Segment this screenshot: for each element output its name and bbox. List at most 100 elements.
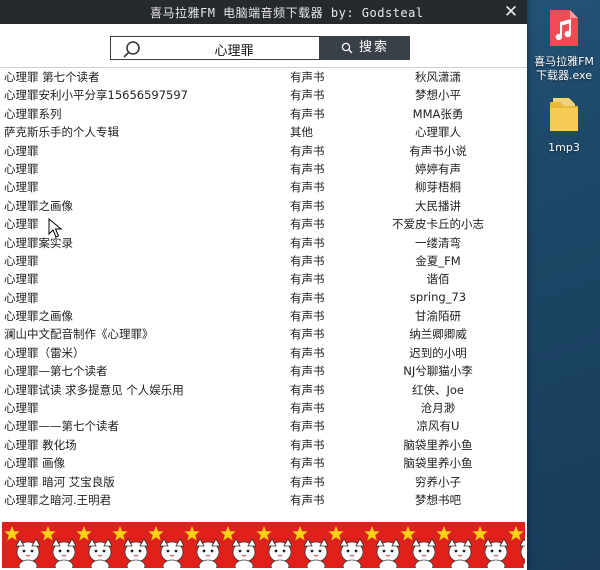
result-type: 有声书 xyxy=(290,88,325,103)
result-type: 有声书 xyxy=(290,474,325,489)
result-author: 沧月渺 xyxy=(420,401,456,416)
folder-icon xyxy=(550,98,578,131)
result-row[interactable]: 心理罪——第七个读者 有声书 凉风有U xyxy=(0,417,527,435)
search-input[interactable] xyxy=(147,38,321,60)
cat-icon xyxy=(231,538,257,568)
star-icon xyxy=(328,526,344,541)
result-author: 脑袋里养小鱼 xyxy=(403,456,473,471)
result-row[interactable]: 心理罪之画像 有声书 甘渝陌研 xyxy=(0,307,527,325)
cat-icon xyxy=(15,538,41,568)
result-author: 穷养小子 xyxy=(415,474,461,489)
result-type: 有声书 xyxy=(290,327,325,342)
result-type: 有声书 xyxy=(290,272,325,287)
result-row[interactable]: 心理罪 有声书 沧月渺 xyxy=(0,399,527,417)
cat-icon xyxy=(411,538,437,568)
result-row[interactable]: 心理罪 有声书 谐佰 xyxy=(0,270,527,288)
result-type: 其他 xyxy=(290,125,313,140)
result-row[interactable]: 心理罪 教化场 有声书 脑袋里养小鱼 xyxy=(0,436,527,454)
desktop-icon-exe[interactable]: 喜马拉雅FM下载器.exe xyxy=(529,8,599,83)
star-icon xyxy=(148,526,164,541)
result-title: 萨克斯乐手的个人专辑 xyxy=(4,125,119,140)
title-bar: 喜马拉雅FM 电脑端音频下载器 by: Godsteal ✕ xyxy=(0,0,527,24)
star-icon xyxy=(256,526,272,541)
star-icon xyxy=(292,526,308,541)
result-row[interactable]: 心理罪（雷米） 有声书 迟到的小明 xyxy=(0,344,527,362)
star-icon xyxy=(400,526,416,541)
cartoon-cat-pattern xyxy=(4,526,525,568)
desktop-icon-label: 1mp3 xyxy=(548,141,580,154)
result-title: 心理罪（雷米） xyxy=(4,345,85,360)
cat-icon xyxy=(87,538,113,568)
result-type: 有声书 xyxy=(290,198,325,213)
result-row[interactable]: 心理罪之暗河.王明君 有声书 梦想书吧 xyxy=(0,491,527,509)
result-row[interactable]: 心理罪 画像 有声书 脑袋里养小鱼 xyxy=(0,454,527,472)
result-row[interactable]: 心理罪案实录 有声书 一缕清弯 xyxy=(0,234,527,252)
result-row[interactable]: 萨克斯乐手的个人专辑 其他 心理罪人 xyxy=(0,123,527,141)
result-title: 心理罪 xyxy=(4,272,39,287)
result-author: 一缕清弯 xyxy=(415,235,461,250)
window-title: 喜马拉雅FM 电脑端音频下载器 by: Godsteal xyxy=(150,6,424,20)
result-title: 心理罪 xyxy=(4,253,39,268)
result-row[interactable]: 心理罪 有声书 spring_73 xyxy=(0,289,527,307)
result-row[interactable]: 心理罪之画像 有声书 大民播讲 xyxy=(0,197,527,215)
result-type: 有声书 xyxy=(290,382,325,397)
cat-icon xyxy=(51,538,77,568)
result-row[interactable]: 心理罪—第七个读者 有声书 NJ兮聊猫小李 xyxy=(0,362,527,380)
desktop-icon-folder[interactable]: 1mp3 xyxy=(529,94,599,155)
result-row[interactable]: 心理罪系列 有声书 MMA张勇 xyxy=(0,105,527,123)
result-title: 心理罪 第七个读者 xyxy=(4,70,100,84)
search-icon xyxy=(123,41,140,58)
close-icon[interactable]: ✕ xyxy=(501,2,521,22)
result-row[interactable]: 心理罪 有声书 有声书小说 xyxy=(0,142,527,160)
search-button[interactable]: 搜索 xyxy=(320,36,410,60)
result-author: 不爱皮卡丘的小志 xyxy=(392,217,484,232)
result-title: 心理罪 xyxy=(4,180,39,195)
result-row[interactable]: 澜山中文配音制作《心理罪》 有声书 纳兰卿卿威 xyxy=(0,325,527,343)
result-type: 有声书 xyxy=(290,364,325,379)
result-row[interactable]: 心理罪 有声书 不爱皮卡丘的小志 xyxy=(0,215,527,233)
result-author: 婷婷有声 xyxy=(415,161,461,176)
result-author: 秋风潇潇 xyxy=(415,70,461,84)
search-icon xyxy=(341,42,353,53)
mouse-cursor-icon xyxy=(48,218,62,238)
downloader-window: 喜马拉雅FM 电脑端音频下载器 by: Godsteal ✕ 搜索 心理罪 第七… xyxy=(0,0,527,570)
star-icon xyxy=(40,526,56,541)
cat-icon xyxy=(195,538,221,568)
result-title: 心理罪系列 xyxy=(4,106,62,121)
result-title: 心理罪安利小平分享15656597597 xyxy=(4,88,188,103)
result-title: 心理罪 xyxy=(4,401,39,416)
cat-icon xyxy=(519,538,525,568)
search-box[interactable] xyxy=(110,36,321,60)
star-icon xyxy=(112,526,128,541)
result-title: 心理罪 xyxy=(4,143,39,158)
result-author: 梦想小平 xyxy=(415,88,461,103)
result-type: 有声书 xyxy=(290,217,325,232)
results-list: 心理罪 第七个读者 有声书 秋风潇潇 心理罪安利小平分享15656597597 有声书梦… xyxy=(0,68,527,521)
music-file-icon xyxy=(550,10,578,46)
result-author: 心理罪人 xyxy=(415,125,461,140)
result-author: MMA张勇 xyxy=(412,106,464,121)
result-row[interactable]: 心理罪安利小平分享15656597597 有声书 梦想小平 xyxy=(0,86,527,104)
result-row[interactable]: 心理罪试读 求多提意见 个人娱乐用 有声书 红侠、Joe xyxy=(0,381,527,399)
cat-icon xyxy=(339,538,365,568)
cat-icon xyxy=(483,538,509,568)
result-row[interactable]: 心理罪 暗河 艾宝良版 有声书 穷养小子 xyxy=(0,473,527,491)
result-row[interactable]: 心理罪 有声书 婷婷有声 xyxy=(0,160,527,178)
result-author: 纳兰卿卿威 xyxy=(409,327,467,342)
result-title: 心理罪 画像 xyxy=(4,456,66,471)
result-author: 凉风有U xyxy=(416,419,460,434)
result-type: 有声书 xyxy=(290,143,325,158)
result-author: 甘渝陌研 xyxy=(415,309,461,324)
result-type: 有声书 xyxy=(290,290,325,305)
result-author: 迟到的小明 xyxy=(409,345,467,360)
result-title: 心理罪试读 求多提意见 个人娱乐用 xyxy=(4,382,184,397)
result-author: NJ兮聊猫小李 xyxy=(403,364,473,379)
result-row[interactable]: 心理罪 有声书 柳芽梧桐 xyxy=(0,178,527,196)
result-title: 心理罪之暗河.王明君 xyxy=(4,492,112,507)
star-icon xyxy=(508,526,524,541)
result-row[interactable]: 心理罪 有声书 金夏_FM xyxy=(0,252,527,270)
result-author: 柳芽梧桐 xyxy=(415,180,461,195)
result-row[interactable]: 心理罪 第七个读者 有声书 秋风潇潇 xyxy=(0,68,527,86)
star-icon xyxy=(364,526,380,541)
result-author: spring_73 xyxy=(409,289,467,304)
